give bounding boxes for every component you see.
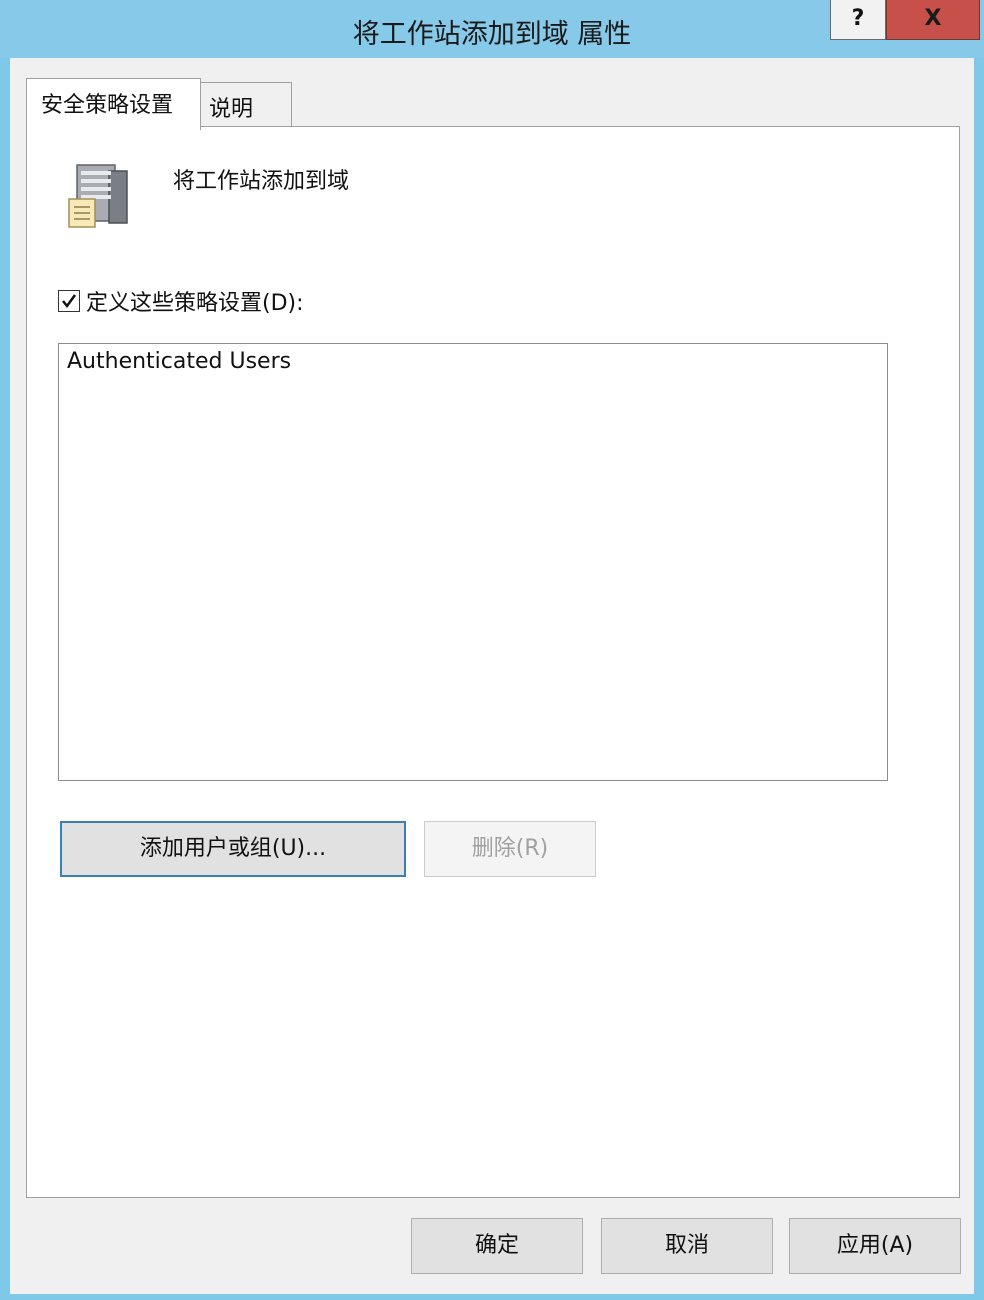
checkmark-icon: [62, 294, 77, 309]
help-button[interactable]: ?: [830, 0, 886, 40]
tab-security-policy-settings[interactable]: 安全策略设置: [26, 78, 201, 130]
define-settings-label: 定义这些策略设置(D):: [86, 291, 304, 316]
ok-button[interactable]: 确定: [411, 1218, 583, 1274]
policy-name: 将工作站添加到域: [173, 169, 350, 194]
define-settings-row[interactable]: 定义这些策略设置(D):: [58, 285, 304, 317]
add-user-or-group-button[interactable]: 添加用户或组(U)...: [60, 821, 406, 877]
cancel-button[interactable]: 取消: [601, 1218, 773, 1274]
dialog-body: 安全策略设置 说明 将工作站添加到域 定义这些策略设置(D): Authenti…: [10, 58, 974, 1294]
define-settings-checkbox[interactable]: [58, 290, 80, 312]
close-button[interactable]: X: [886, 0, 980, 40]
tab-panel: 将工作站添加到域 定义这些策略设置(D): Authenticated User…: [26, 126, 960, 1198]
members-list[interactable]: Authenticated Users: [58, 343, 888, 781]
list-item[interactable]: Authenticated Users: [59, 344, 887, 374]
server-icon: [68, 164, 128, 228]
title-bar[interactable]: 将工作站添加到域 属性 ? X: [0, 0, 984, 58]
remove-button[interactable]: 删除(R): [424, 821, 596, 877]
tab-explain[interactable]: 说明: [200, 82, 292, 128]
apply-button[interactable]: 应用(A): [789, 1218, 961, 1274]
